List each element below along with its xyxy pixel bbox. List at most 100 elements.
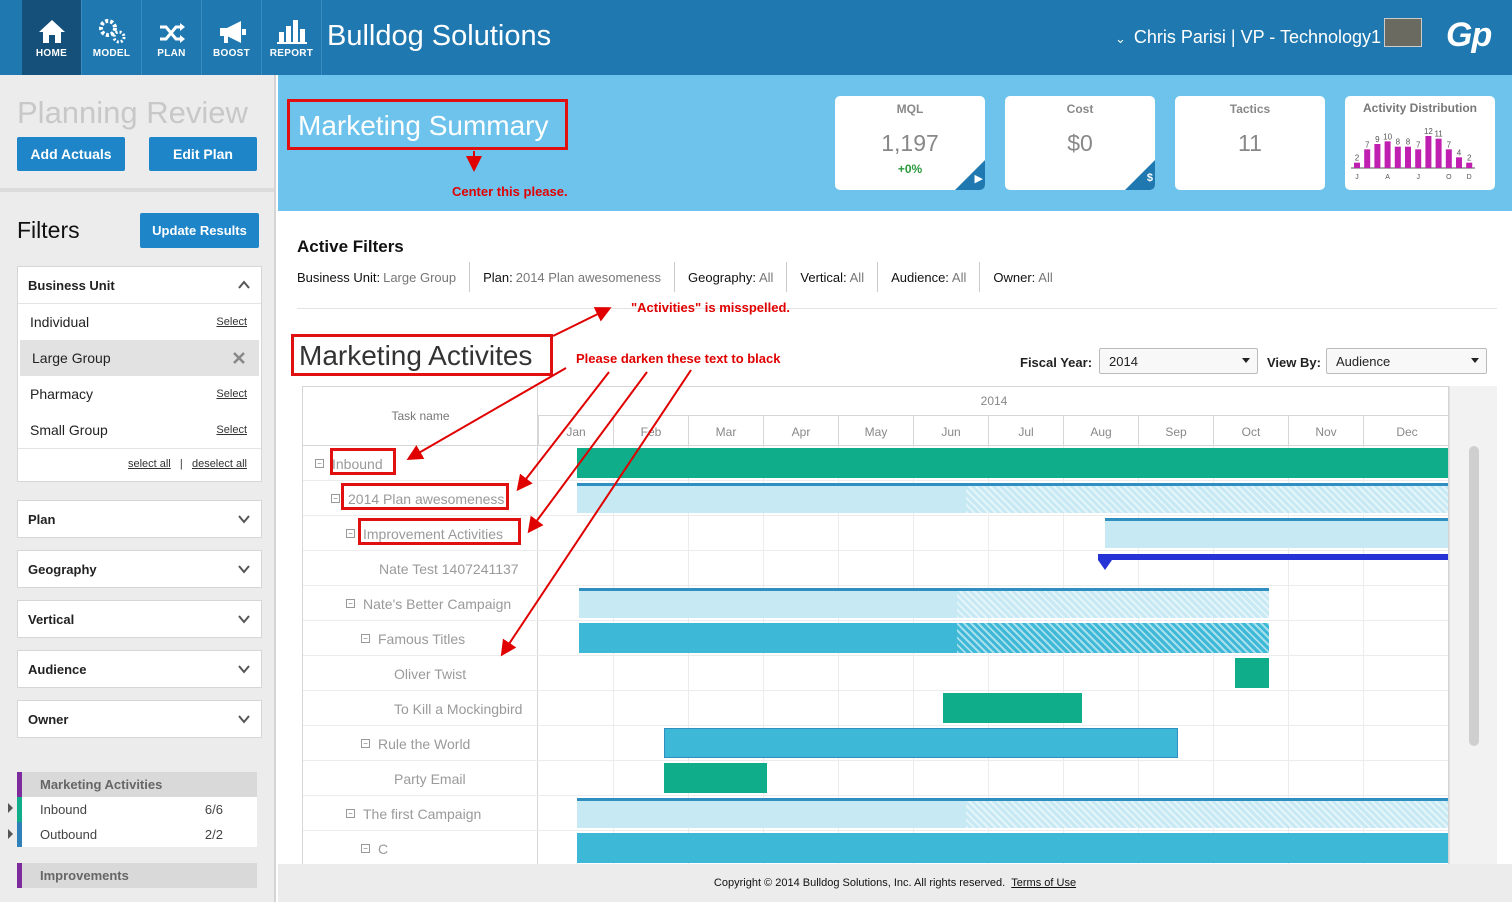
gantt-bar[interactable] [577,798,1448,828]
gantt-row[interactable]: Nate Test 1407241137 [303,551,1448,586]
select-link[interactable]: Select [216,388,247,400]
gantt-bar[interactable] [579,588,1269,618]
gantt-task-name[interactable]: − Nate's Better Campaign [346,586,511,621]
avatar[interactable] [1384,18,1422,47]
gantt-month-jun: Jun [913,416,988,446]
distribution-bar [1425,136,1432,168]
nav-home[interactable]: HOME [22,0,82,75]
tactics-value: 11 [1238,130,1262,156]
filter-plan-label: Plan [28,511,56,527]
gantt-row[interactable]: − The first Campaign [303,796,1448,831]
filter-item-label: Individual [30,314,90,330]
cost-card[interactable]: Cost $0 $ [1005,96,1155,190]
nav-model[interactable]: MODEL [82,0,142,75]
megaphone-corner-icon: ▶ [955,160,985,190]
filter-item-individual[interactable]: Individual Select [18,304,261,340]
gantt-row[interactable]: − Famous Titles [303,621,1448,656]
filter-item-large-group[interactable]: Large Group [20,340,259,376]
deselect-all-link[interactable]: deselect all [192,458,247,470]
nav-plan[interactable]: PLAN [142,0,202,75]
gantt-bar[interactable] [1105,518,1448,548]
add-actuals-button[interactable]: Add Actuals [17,137,125,171]
filter-business-unit-header[interactable]: Business Unit [18,267,261,303]
annotation-box-inbound [330,448,396,475]
active-filter-label: Audience: [891,269,949,285]
filter-audience[interactable]: Audience [17,650,262,688]
gantt-bar-remaining [957,591,1269,618]
nav-boost[interactable]: BOOST [202,0,262,75]
gantt-task-name[interactable]: Party Email [376,761,466,796]
gantt-task-name[interactable]: − The first Campaign [346,796,481,831]
user-menu[interactable]: ⌄ Chris Parisi | VP - Technology1 [1115,27,1381,48]
filter-vertical[interactable]: Vertical [17,600,262,638]
filter-item-small-group[interactable]: Small Group Select [18,412,261,448]
fiscal-year-value: 2014 [1109,353,1138,369]
select-link[interactable]: Select [216,424,247,436]
scrollbar-thumb[interactable] [1469,446,1479,746]
nav-report[interactable]: REPORT [262,0,322,75]
filter-geography[interactable]: Geography [17,550,262,588]
gantt-row[interactable]: Party Email [303,761,1448,796]
filter-plan[interactable]: Plan [17,500,262,538]
collapse-toggle-icon[interactable]: − [361,844,370,853]
gantt-task-name[interactable]: − Famous Titles [361,621,465,656]
divider [297,308,1497,309]
view-by-value: Audience [1336,353,1391,369]
megaphone-icon [219,21,246,43]
collapse-toggle-icon[interactable]: − [361,634,370,643]
gantt-month-oct: Oct [1213,416,1288,446]
view-by-select[interactable]: Audience [1326,348,1487,374]
legend-improvements-header[interactable]: Improvements [17,863,257,888]
marketing-activities-title-text: Marketing Activites [299,340,533,371]
gantt-bar[interactable] [577,448,1448,478]
gantt-row[interactable]: − Rule the World [303,726,1448,761]
gantt-bar[interactable] [1098,554,1448,570]
gantt-task-name[interactable]: Oliver Twist [376,656,466,691]
collapse-toggle-icon[interactable]: − [331,494,340,503]
gantt-month-feb: Feb [613,416,688,446]
collapse-toggle-icon[interactable]: − [315,459,324,468]
close-icon[interactable] [233,352,245,364]
expand-arrow-icon[interactable] [8,803,13,813]
gantt-row[interactable]: − Nate's Better Campaign [303,586,1448,621]
filter-owner[interactable]: Owner [17,700,262,738]
select-all-link[interactable]: select all [128,458,171,470]
terms-link[interactable]: Terms of Use [1011,877,1076,889]
update-results-button[interactable]: Update Results [140,213,259,248]
fiscal-year-select[interactable]: 2014 [1099,348,1258,374]
gantt-task-name[interactable]: Nate Test 1407241137 [361,551,519,586]
gantt-scrollbar[interactable] [1449,386,1497,864]
gantt-row[interactable]: − Inbound [303,446,1448,481]
gantt-bar[interactable] [579,623,1269,653]
collapse-toggle-icon[interactable]: − [346,809,355,818]
filter-business-unit: Business Unit Individual Select Large Gro… [17,266,262,482]
distribution-bar [1394,146,1401,168]
tactics-card[interactable]: Tactics 11 [1175,96,1325,190]
legend-marketing-activities-header[interactable]: Marketing Activities [17,772,257,797]
cost-value: $0 [1067,130,1093,156]
gantt-bar[interactable] [577,483,1448,513]
collapse-toggle-icon[interactable]: − [361,739,370,748]
gantt-row[interactable]: To Kill a Mockingbird [303,691,1448,726]
select-link[interactable]: Select [216,316,247,328]
gantt-bar[interactable] [577,833,1448,863]
gantt-bar[interactable] [664,728,1178,758]
edit-plan-button[interactable]: Edit Plan [149,137,257,171]
collapse-toggle-icon[interactable]: − [346,529,355,538]
gantt-task-name[interactable]: − C [361,831,388,864]
filter-item-pharmacy[interactable]: Pharmacy Select [18,376,261,412]
gantt-row[interactable]: − C [303,831,1448,864]
activity-distribution-card[interactable]: Activity Distribution 2 7 9 10 8 8 7 12 11 7 4 2 J A J… [1345,96,1495,190]
gantt-bar[interactable] [664,763,767,793]
mql-card[interactable]: MQL 1,197 +0% ▶ [835,96,985,190]
gantt-task-name[interactable]: − Rule the World [361,726,470,761]
gantt-bar[interactable] [943,693,1082,723]
expand-arrow-icon[interactable] [8,829,13,839]
legend-inbound[interactable]: Inbound 6/6 [17,797,257,822]
legend-outbound[interactable]: Outbound 2/2 [17,822,257,847]
legend-marketing-activities: Marketing Activities Inbound 6/6 Outbound… [17,772,257,847]
gantt-task-name[interactable]: To Kill a Mockingbird [376,691,522,726]
gantt-bar[interactable] [1235,658,1269,688]
gantt-row[interactable]: Oliver Twist [303,656,1448,691]
collapse-toggle-icon[interactable]: − [346,599,355,608]
